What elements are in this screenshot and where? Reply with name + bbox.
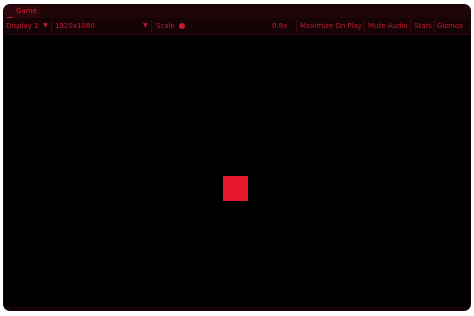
divider xyxy=(296,20,297,32)
red-square-object xyxy=(223,176,248,201)
gamepad-icon xyxy=(6,8,14,21)
maximize-on-play-toggle[interactable]: Maximize On Play xyxy=(300,18,362,34)
window-bottom-edge xyxy=(4,307,470,310)
scale-value: 0.8x xyxy=(272,22,288,30)
resolution-dropdown[interactable]: 1920x1080 xyxy=(55,18,95,34)
game-window: Game Display 1 ▼ 1920x1080 ▼ Scale 0.8x … xyxy=(4,5,470,310)
scale-label: Scale xyxy=(156,22,175,30)
mute-audio-toggle[interactable]: Mute Audio xyxy=(368,18,408,34)
scale-slider-handle[interactable] xyxy=(179,23,185,29)
resolution-chevron-down-icon[interactable]: ▼ xyxy=(143,18,148,34)
title-bar: Game xyxy=(4,5,470,21)
divider xyxy=(51,20,52,32)
game-toolbar: Display 1 ▼ 1920x1080 ▼ Scale 0.8x Maxim… xyxy=(4,18,470,35)
divider xyxy=(151,20,152,32)
divider xyxy=(410,20,411,32)
game-viewport[interactable] xyxy=(4,35,470,310)
divider xyxy=(364,20,365,32)
display-chevron-down-icon[interactable]: ▼ xyxy=(43,18,48,34)
display-dropdown[interactable]: Display 1 xyxy=(6,18,38,34)
tab-game[interactable]: Game xyxy=(4,5,40,21)
gizmos-toggle[interactable]: Gizmos xyxy=(437,18,463,34)
stats-toggle[interactable]: Stats xyxy=(414,18,432,34)
tab-label: Game xyxy=(16,7,37,15)
divider xyxy=(434,20,435,32)
